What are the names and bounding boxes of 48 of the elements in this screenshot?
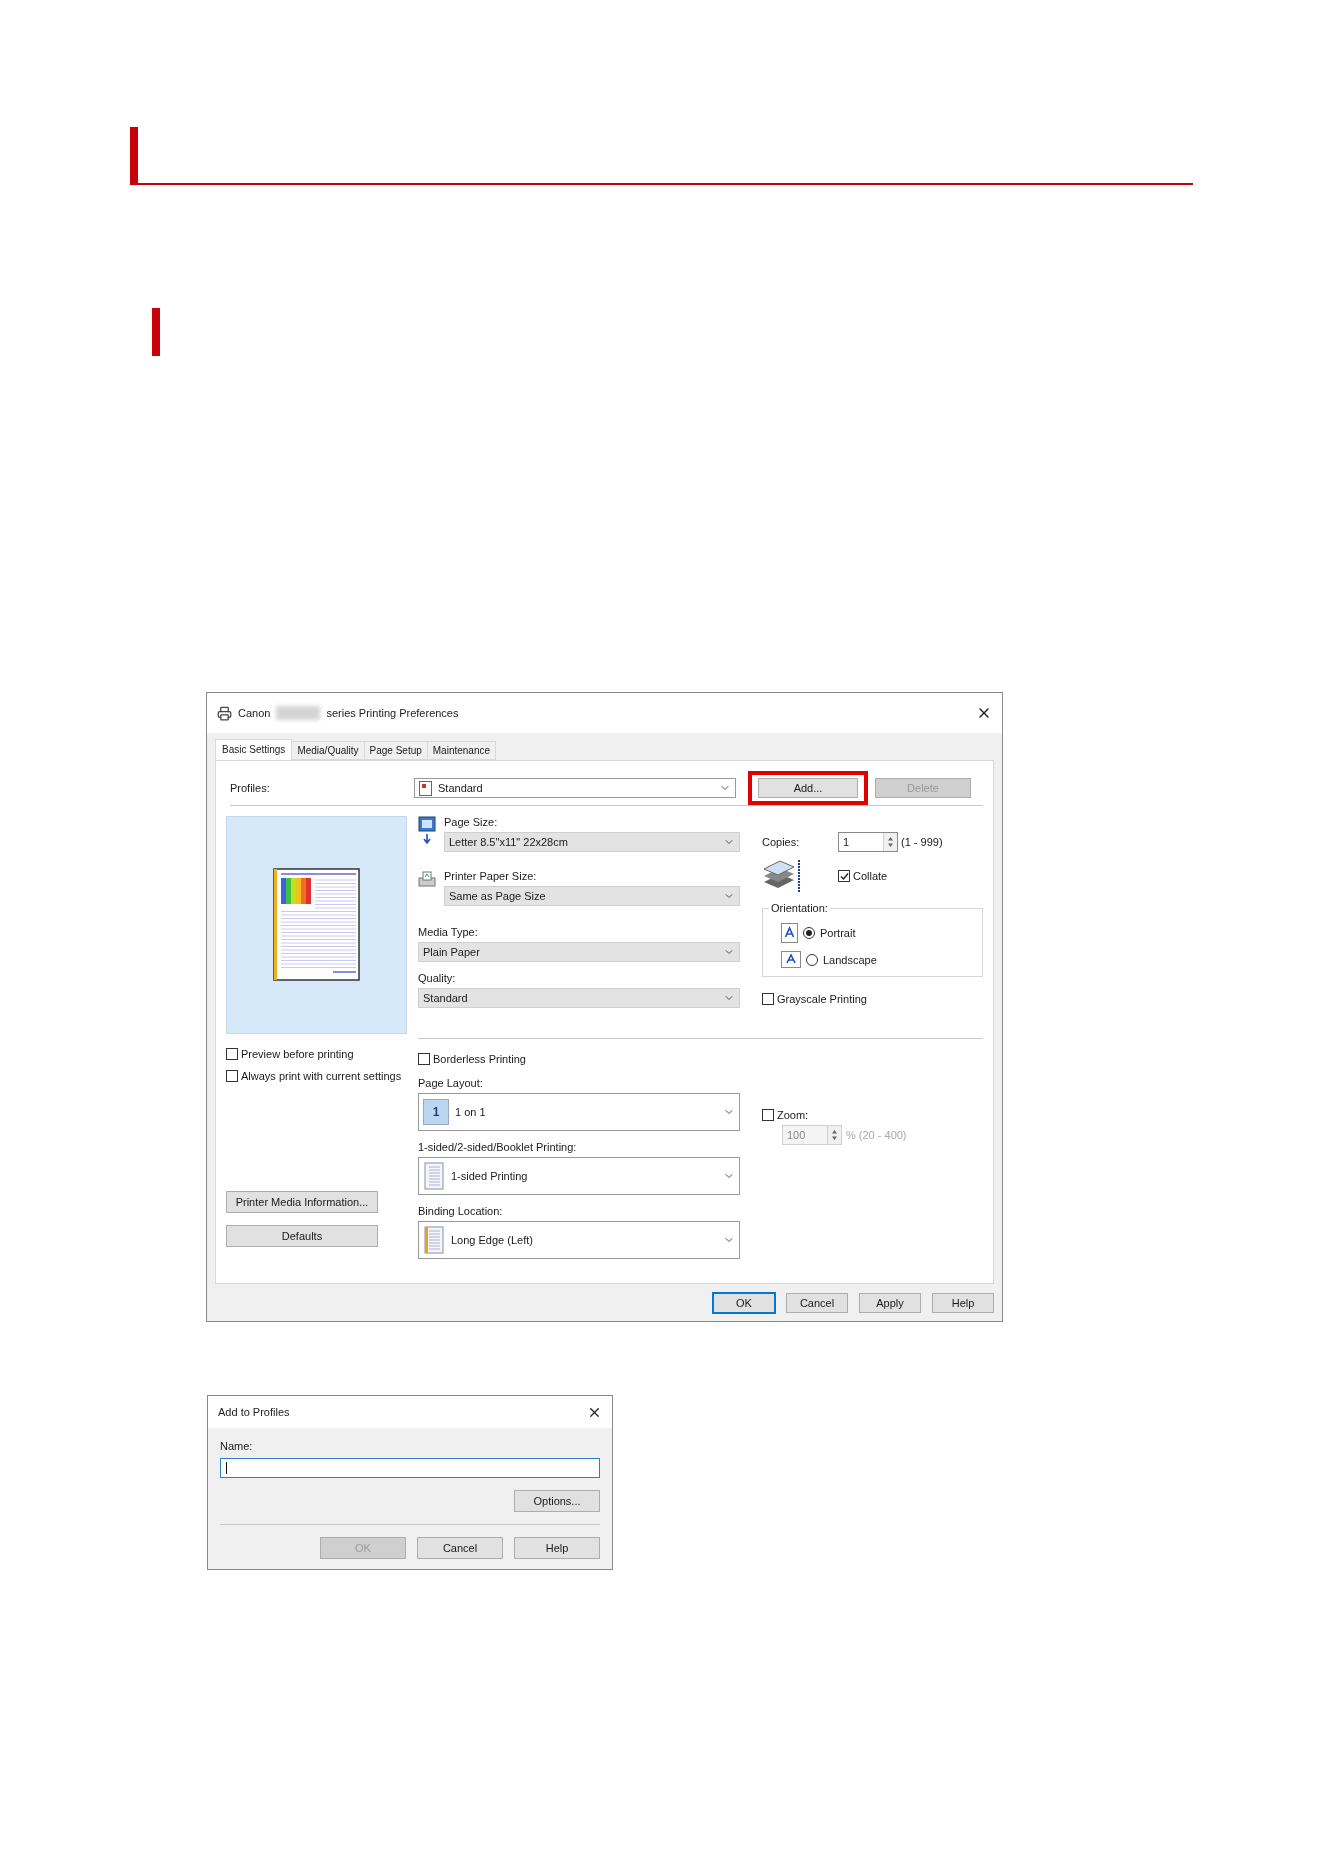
copies-field[interactable]: 1 xyxy=(838,832,898,852)
field-label: Copies: xyxy=(762,836,801,848)
checkbox-label: Borderless Printing xyxy=(433,1053,526,1065)
tab[interactable]: Basic Settings xyxy=(215,739,293,760)
field-label: Media Type: xyxy=(418,926,479,938)
field-label: Profiles: xyxy=(229,782,271,794)
tab[interactable]: Page Setup xyxy=(363,741,428,760)
field-label: 1-sided/2-sided/Booklet Printing: xyxy=(418,1141,578,1153)
field-label: Quality: xyxy=(418,972,457,984)
checkbox-label: Preview before printing xyxy=(241,1048,354,1060)
checkbox-label: Collate xyxy=(853,870,888,882)
range-label: (1 - 999) xyxy=(901,836,943,848)
window-title: series Printing Preferences xyxy=(326,707,459,719)
page-size-dropdown[interactable]: Letter 8.5"x11" 22x28cm xyxy=(444,832,740,852)
tab[interactable]: Media/Quality xyxy=(291,741,365,760)
window-title: Canon xyxy=(238,707,271,719)
range-label: % (20 - 400) xyxy=(846,1129,907,1141)
printer-paper-size-dropdown[interactable]: Same as Page Size xyxy=(444,886,740,906)
field-label: Page Layout: xyxy=(418,1077,484,1089)
add-button[interactable]: Add... xyxy=(758,778,858,798)
page-layout-dropdown[interactable]: 1 1 on 1 xyxy=(418,1093,740,1131)
radio-label: Portrait xyxy=(820,927,856,939)
field-label: Binding Location: xyxy=(418,1205,504,1217)
window-title: Add to Profiles xyxy=(218,1406,290,1418)
dialog-button[interactable]: Cancel xyxy=(786,1293,848,1313)
tab[interactable]: Maintenance xyxy=(426,741,497,760)
dialog-button[interactable]: Help xyxy=(932,1293,994,1313)
duplex-dropdown[interactable]: 1-sided Printing xyxy=(418,1157,740,1195)
options-button[interactable]: Options... xyxy=(514,1490,600,1512)
checkbox-label: Zoom: xyxy=(777,1109,809,1121)
dialog-button[interactable]: Apply xyxy=(859,1293,921,1313)
binding-location-dropdown[interactable]: Long Edge (Left) xyxy=(418,1221,740,1259)
field-label: Name: xyxy=(220,1440,253,1452)
media-type-dropdown[interactable]: Plain Paper xyxy=(418,942,740,962)
dialog-button[interactable]: OK xyxy=(713,1293,775,1313)
checkbox-label: Grayscale Printing xyxy=(777,993,867,1005)
printer-media-information-button[interactable]: Printer Media Information... xyxy=(226,1191,378,1213)
checkbox-label: Always print with current settings xyxy=(241,1070,402,1082)
radio-label: Landscape xyxy=(823,953,877,966)
field-label: Printer Paper Size: xyxy=(444,870,538,882)
defaults-button[interactable]: Defaults xyxy=(226,1225,378,1247)
quality-dropdown[interactable]: Standard xyxy=(418,988,740,1008)
dialog-button[interactable]: Cancel xyxy=(417,1537,503,1559)
field-label: Page Size: xyxy=(444,816,499,828)
profiles-dropdown[interactable]: Standard xyxy=(414,778,736,798)
layout-tile-icon: 1 xyxy=(423,1099,449,1125)
group-label: Orientation: xyxy=(769,902,830,914)
dialog-button[interactable]: Help xyxy=(514,1537,600,1559)
